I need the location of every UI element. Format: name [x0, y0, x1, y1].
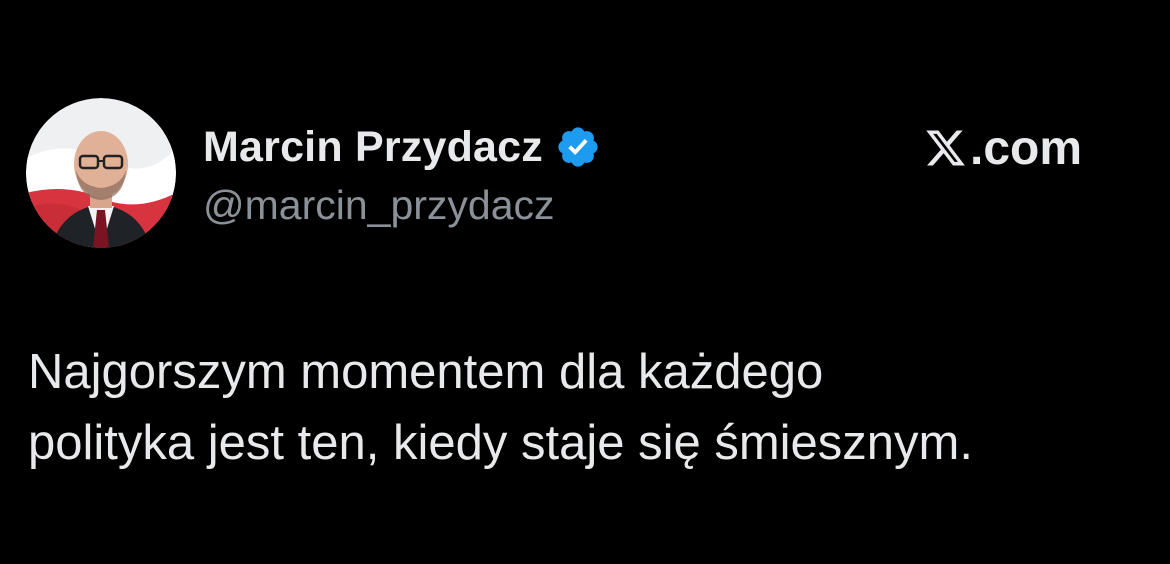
tweet-card: Marcin Przydacz @marcin_przydacz .com Na…	[0, 0, 1170, 564]
site-domain: .com	[970, 121, 1083, 175]
verified-badge-icon	[555, 124, 601, 170]
author-handle[interactable]: @marcin_przydacz	[203, 182, 555, 229]
tweet-text: Najgorszym momentem dla każdego polityka…	[28, 345, 973, 470]
author-avatar[interactable]	[26, 98, 176, 248]
author-name[interactable]: Marcin Przydacz	[203, 123, 543, 172]
avatar-image	[26, 98, 176, 248]
x-logo-icon	[924, 126, 967, 170]
site-brand[interactable]: .com	[924, 118, 1082, 178]
author-name-row: Marcin Przydacz	[203, 122, 601, 172]
